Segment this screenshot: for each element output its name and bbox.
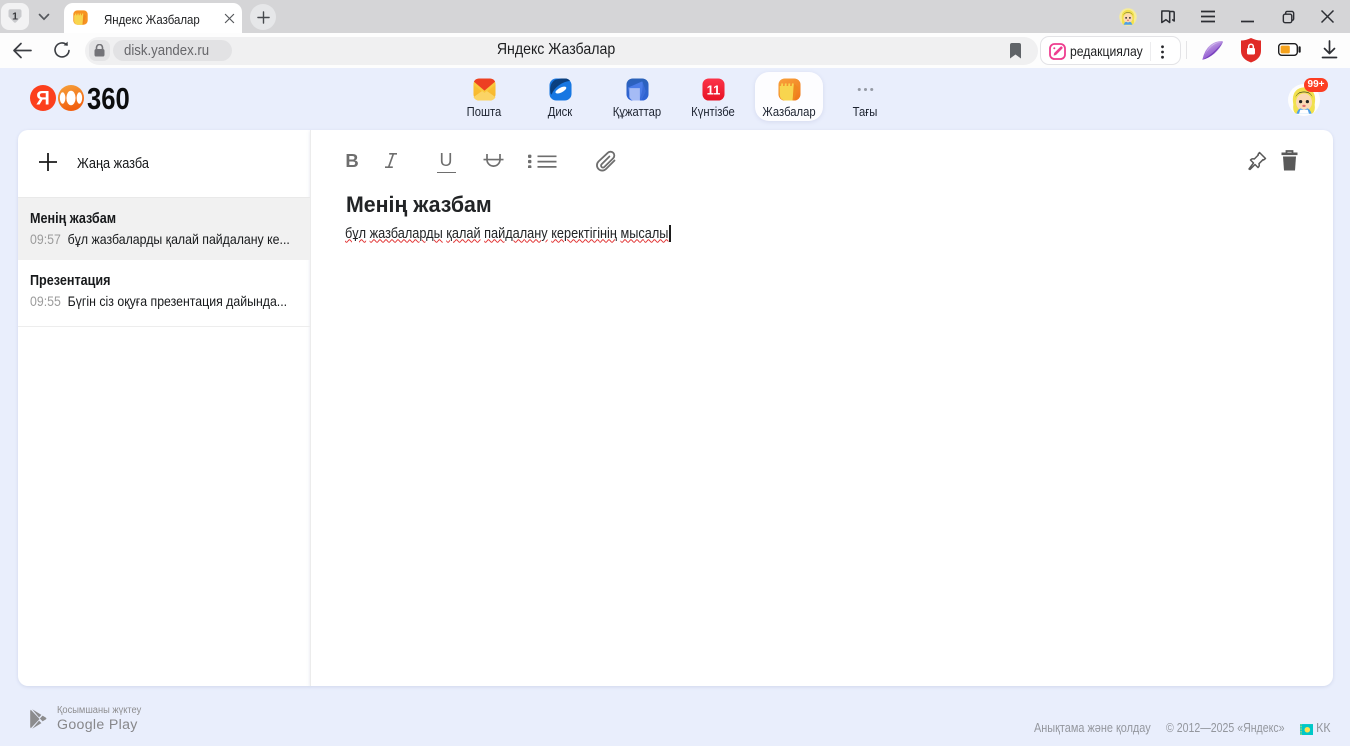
svg-text:1: 1	[12, 11, 18, 23]
svg-text:Я: Я	[36, 89, 50, 110]
svg-text:11: 11	[706, 82, 720, 97]
